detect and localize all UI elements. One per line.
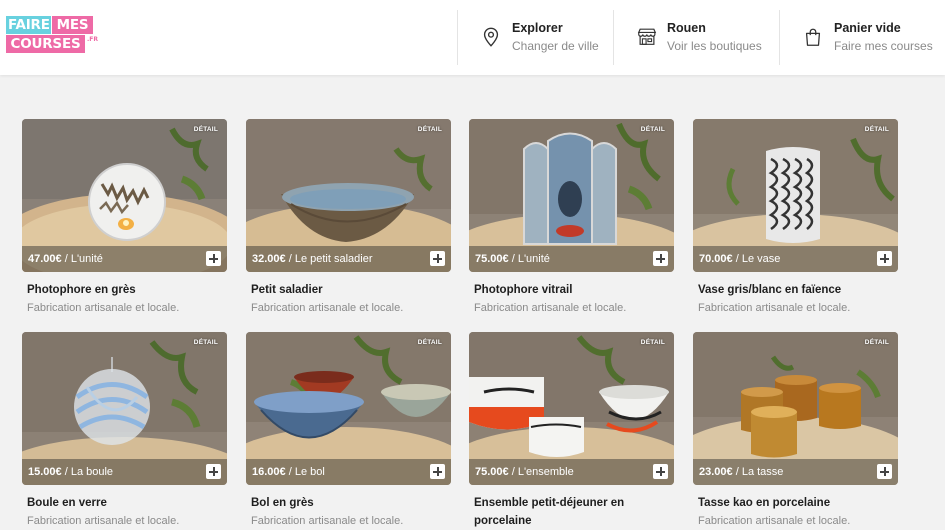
add-to-cart-button[interactable] [430,251,445,266]
nav-city[interactable]: Rouen Voir les boutiques [613,10,779,65]
product-description: Fabrication artisanale et locale. [27,515,180,527]
product-image[interactable]: DÉTAIL 75.00€ / L'unité [469,119,674,272]
price-unit: / La tasse [732,466,784,478]
price-value: 75.00€ [475,466,509,478]
add-to-cart-button[interactable] [653,464,668,479]
product-title[interactable]: Tasse kao en porcelaine [698,494,898,512]
detail-badge[interactable]: DÉTAIL [641,126,665,133]
nav-cart-subtitle: Faire mes courses [834,39,933,53]
product-title[interactable]: Petit saladier [251,281,451,299]
product-card[interactable]: DÉTAIL 15.00€ / La boule Boule en verre … [22,332,227,530]
location-pin-icon [483,27,499,47]
product-card[interactable]: DÉTAIL 47.00€ / L'unité Photophore en gr… [22,119,227,317]
price-value: 15.00€ [28,466,62,478]
product-image[interactable]: DÉTAIL 16.00€ / Le bol [246,332,451,485]
product-description: Fabrication artisanale et locale. [474,302,627,314]
price-label: 32.00€ / Le petit saladier [252,253,373,265]
product-image[interactable]: DÉTAIL 75.00€ / L'ensemble [469,332,674,485]
price-bar: 75.00€ / L'unité [469,246,674,272]
logo-suffix: .FR [87,36,98,43]
price-bar: 70.00€ / Le vase [693,246,898,272]
product-card[interactable]: DÉTAIL 16.00€ / Le bol Bol en grès Fabri… [246,332,451,530]
detail-badge[interactable]: DÉTAIL [865,339,889,346]
price-bar: 47.00€ / L'unité [22,246,227,272]
price-value: 32.00€ [252,253,286,265]
nav-explorer-subtitle: Changer de ville [512,39,599,53]
price-unit: / L'ensemble [508,466,574,478]
nav-city-subtitle: Voir les boutiques [667,39,762,53]
price-label: 70.00€ / Le vase [699,253,780,265]
product-image[interactable]: DÉTAIL 23.00€ / La tasse [693,332,898,485]
price-bar: 16.00€ / Le bol [246,459,451,485]
product-title[interactable]: Boule en verre [27,494,227,512]
product-image[interactable]: DÉTAIL 32.00€ / Le petit saladier [246,119,451,272]
price-bar: 15.00€ / La boule [22,459,227,485]
site-header: FAIRE MES COURSES .FR Explorer Changer d… [0,0,945,75]
add-to-cart-button[interactable] [877,251,892,266]
product-image[interactable]: DÉTAIL 70.00€ / Le vase [693,119,898,272]
product-description: Fabrication artisanale et locale. [698,302,851,314]
price-label: 75.00€ / L'ensemble [475,466,574,478]
price-label: 75.00€ / L'unité [475,253,550,265]
product-title[interactable]: Photophore en grès [27,281,227,299]
detail-badge[interactable]: DÉTAIL [194,126,218,133]
product-description: Fabrication artisanale et locale. [27,302,180,314]
price-value: 47.00€ [28,253,62,265]
detail-badge[interactable]: DÉTAIL [418,126,442,133]
price-value: 23.00€ [699,466,733,478]
price-value: 16.00€ [252,466,286,478]
add-to-cart-button[interactable] [430,464,445,479]
site-logo[interactable]: FAIRE MES COURSES .FR [6,16,101,54]
price-bar: 23.00€ / La tasse [693,459,898,485]
add-to-cart-button[interactable] [653,251,668,266]
price-label: 47.00€ / L'unité [28,253,103,265]
price-unit: / L'unité [61,253,103,265]
add-to-cart-button[interactable] [206,251,221,266]
product-title[interactable]: Vase gris/blanc en faïence [698,281,898,299]
product-card[interactable]: DÉTAIL 75.00€ / L'unité Photophore vitra… [469,119,674,317]
price-value: 75.00€ [475,253,509,265]
nav-city-title: Rouen [667,21,706,35]
product-title[interactable]: Bol en grès [251,494,451,512]
detail-badge[interactable]: DÉTAIL [865,126,889,133]
detail-badge[interactable]: DÉTAIL [418,339,442,346]
price-label: 15.00€ / La boule [28,466,113,478]
price-unit: / L'unité [508,253,550,265]
nav-explorer[interactable]: Explorer Changer de ville [457,10,614,65]
product-card[interactable]: DÉTAIL 75.00€ / L'ensemble Ensemble peti… [469,332,674,530]
price-bar: 75.00€ / L'ensemble [469,459,674,485]
storefront-icon [637,28,657,45]
price-unit: / Le petit saladier [285,253,373,265]
price-unit: / La boule [61,466,114,478]
nav-cart[interactable]: Panier vide Faire mes courses [779,10,945,65]
product-card[interactable]: DÉTAIL 32.00€ / Le petit saladier Petit … [246,119,451,317]
price-label: 16.00€ / Le bol [252,466,325,478]
price-label: 23.00€ / La tasse [699,466,783,478]
product-description: Fabrication artisanale et locale. [251,302,404,314]
detail-badge[interactable]: DÉTAIL [194,339,218,346]
add-to-cart-button[interactable] [877,464,892,479]
product-description: Fabrication artisanale et locale. [251,515,404,527]
price-bar: 32.00€ / Le petit saladier [246,246,451,272]
shopping-bag-icon [805,28,821,46]
logo-word-faire: FAIRE [6,16,51,34]
product-description: Fabrication artisanale et locale. [698,515,851,527]
logo-word-mes: MES [52,16,93,34]
product-image[interactable]: DÉTAIL 47.00€ / L'unité [22,119,227,272]
product-title[interactable]: Ensemble petit-déjeuner en porcelaine [474,494,674,530]
nav-cart-title: Panier vide [834,21,901,35]
product-card[interactable]: DÉTAIL 23.00€ / La tasse Tasse kao en po… [693,332,898,530]
price-unit: / Le vase [732,253,781,265]
product-image[interactable]: DÉTAIL 15.00€ / La boule [22,332,227,485]
price-unit: / Le bol [285,466,325,478]
product-card[interactable]: DÉTAIL 70.00€ / Le vase Vase gris/blanc … [693,119,898,317]
nav-explorer-title: Explorer [512,21,563,35]
price-value: 70.00€ [699,253,733,265]
logo-word-courses: COURSES [6,35,85,53]
add-to-cart-button[interactable] [206,464,221,479]
detail-badge[interactable]: DÉTAIL [641,339,665,346]
product-title[interactable]: Photophore vitrail [474,281,674,299]
